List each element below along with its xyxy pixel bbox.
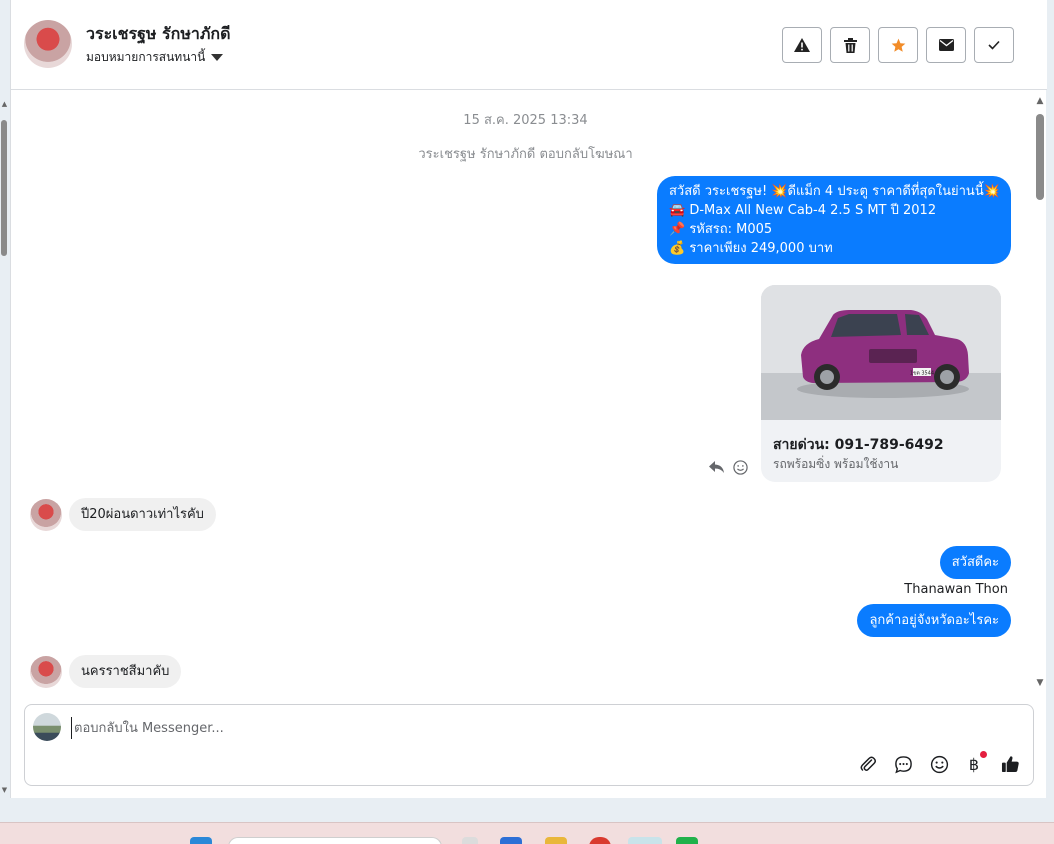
- incoming-message[interactable]: นครราชสีมาคับ: [69, 655, 182, 688]
- scroll-down-arrow-icon[interactable]: ▼: [0, 786, 9, 794]
- file-explorer-icon[interactable]: [545, 837, 567, 844]
- notification-dot: [980, 751, 987, 758]
- conversation-header: วระเชรฐษ รักษาภักดี มอบหมายการสนทนานี้: [11, 0, 1047, 90]
- contact-name[interactable]: วระเชรฐษ รักษาภักดี: [86, 22, 230, 47]
- mark-done-button[interactable]: [974, 27, 1014, 63]
- report-button[interactable]: [782, 27, 822, 63]
- conversation-panel: วระเชรฐษ รักษาภักดี มอบหมายการสนทนานี้ 1…: [10, 0, 1047, 798]
- active-app-icon[interactable]: [628, 837, 662, 844]
- chat-bubble-icon: [894, 755, 912, 773]
- caret-down-icon: [211, 54, 224, 61]
- attach-button[interactable]: [857, 753, 879, 775]
- assign-label: มอบหมายการสนทนานี้: [86, 50, 206, 64]
- card-subtitle: รถพร้อมซิ่ง พร้อมใช้งาน: [773, 457, 899, 471]
- customer-avatar[interactable]: [30, 499, 62, 531]
- paperclip-icon: [860, 756, 876, 771]
- message-composer: ฿: [24, 704, 1034, 786]
- page-avatar: [33, 713, 61, 741]
- outgoing-message[interactable]: ลูกค้าอยู่จังหวัดอะไรคะ: [857, 604, 1011, 637]
- star-button[interactable]: [878, 27, 918, 63]
- message-timestamp: 15 ส.ค. 2025 13:34: [463, 113, 588, 128]
- trash-icon: [843, 37, 857, 53]
- react-emoji-icon[interactable]: [733, 460, 748, 475]
- taskbar-app-icon[interactable]: [500, 837, 522, 844]
- ad-message-line: 💰 ราคาเพียง 249,000 บาท: [669, 241, 833, 256]
- chat-scrollbar[interactable]: ▲ ▼: [1033, 94, 1047, 690]
- chrome-icon[interactable]: [589, 837, 611, 844]
- windows-start-icon[interactable]: [190, 837, 212, 844]
- agent-name: Thanawan Thon: [904, 582, 1008, 597]
- page-scrollbar[interactable]: ▲ ▼: [0, 100, 9, 794]
- license-plate-text: 1ขต 3544: [910, 371, 934, 377]
- contact-avatar[interactable]: [24, 20, 72, 68]
- delete-button[interactable]: [830, 27, 870, 63]
- emoji-icon: [930, 755, 948, 773]
- chat-scroll-thumb[interactable]: [1036, 114, 1044, 200]
- ad-reply-note: วระเชรฐษ รักษาภักดี ตอบกลับโฆษณา: [418, 147, 633, 162]
- ad-image-card[interactable]: 1ขต 3544 สายด่วน: 091-789-6492 รถพร้อมซิ…: [761, 285, 1001, 482]
- reply-input[interactable]: [71, 717, 971, 739]
- warning-icon: [794, 38, 810, 52]
- payment-button[interactable]: ฿: [963, 751, 987, 775]
- customer-avatar[interactable]: [30, 656, 62, 688]
- ad-message-line: สวัสดี วระเชรฐษ! 💥ดีแม็ก 4 ประตู ราคาดีท…: [669, 184, 1000, 199]
- emoji-button[interactable]: [928, 753, 950, 775]
- ad-message-line: 🚘 D-Max All New Cab-4 2.5 S MT ปี 2012: [669, 203, 937, 218]
- message-thread[interactable]: 15 ส.ค. 2025 13:34 วระเชรฐษ รักษาภักดี ต…: [11, 90, 1047, 690]
- page-scroll-thumb[interactable]: [1, 120, 7, 256]
- envelope-icon: [938, 39, 954, 51]
- thumbs-up-icon: [1001, 756, 1019, 773]
- scroll-down-arrow-icon[interactable]: ▼: [1035, 678, 1045, 688]
- star-icon: [891, 38, 905, 52]
- card-hotline: สายด่วน: 091-789-6492: [773, 437, 944, 453]
- assign-conversation-dropdown[interactable]: มอบหมายการสนทนานี้: [86, 48, 224, 67]
- task-view-icon[interactable]: [462, 837, 478, 844]
- scroll-up-arrow-icon[interactable]: ▲: [1035, 96, 1045, 106]
- saved-replies-button[interactable]: [892, 753, 914, 775]
- ad-message-bubble[interactable]: สวัสดี วระเชรฐษ! 💥ดีแม็ก 4 ประตู ราคาดีท…: [657, 176, 1011, 264]
- incoming-message[interactable]: ปี20ผ่อนดาวเท่าไรคับ: [69, 498, 216, 531]
- os-taskbar: [0, 822, 1054, 844]
- outgoing-message[interactable]: สวัสดีคะ: [939, 546, 1011, 579]
- car-photo[interactable]: 1ขต 3544: [761, 285, 1001, 420]
- baht-icon: ฿: [968, 754, 980, 774]
- line-app-icon[interactable]: [676, 837, 698, 844]
- message-actions: [709, 460, 748, 475]
- ad-message-line: 📌 รหัสรถ: M005: [669, 222, 773, 237]
- like-button[interactable]: [999, 753, 1021, 775]
- mark-unread-button[interactable]: [926, 27, 966, 63]
- check-icon: [988, 40, 1000, 50]
- taskbar-search-box[interactable]: [228, 837, 442, 844]
- reply-icon[interactable]: [709, 460, 725, 474]
- scroll-up-arrow-icon[interactable]: ▲: [0, 100, 9, 108]
